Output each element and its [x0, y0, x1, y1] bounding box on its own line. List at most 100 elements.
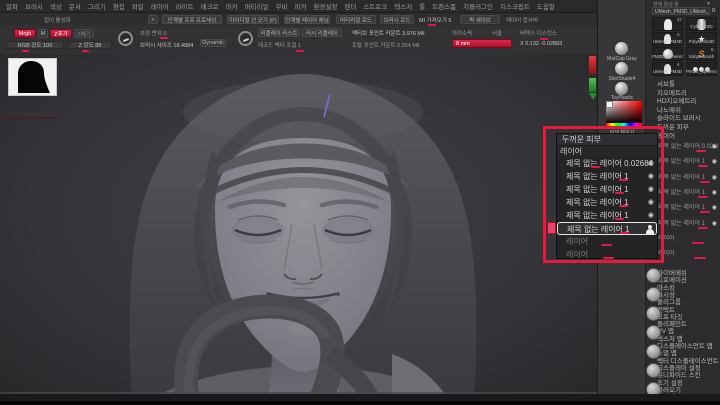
z-intensity-slider[interactable]: Z 강도 88	[68, 41, 112, 49]
layer-row-mini[interactable]: 제목 없는 레이어 1 ◉	[658, 155, 718, 169]
dynamic-button[interactable]: Dynamic	[200, 39, 226, 47]
menu-item[interactable]: 라이트	[176, 1, 194, 11]
menu-item[interactable]: 그리기	[88, 1, 106, 11]
coords-tick	[540, 38, 548, 40]
eye-icon[interactable]: ◉	[712, 155, 717, 169]
isopick-label: 아이소픽	[452, 31, 473, 37]
viewport-canvas[interactable]	[0, 54, 597, 405]
menu-item[interactable]: 텍스처	[394, 1, 412, 11]
menu-item[interactable]: 브러시	[25, 1, 43, 11]
layer-row-empty[interactable]: 레이어	[557, 248, 657, 261]
eye-icon[interactable]: ◉	[648, 183, 654, 196]
menu-item[interactable]: 파일	[132, 1, 144, 11]
layers-section-header[interactable]: 레이어	[557, 146, 657, 157]
layer-row-mini[interactable]: 제목 없는 레이어 1 ◉	[658, 171, 718, 185]
brush-preview-icon[interactable]	[118, 31, 133, 46]
layer-row-mini[interactable]: 제목 없는 레이어 1 ◉	[658, 201, 718, 215]
eye-icon[interactable]: ◉	[648, 157, 654, 170]
mm-slider[interactable]: 8 mm	[452, 39, 512, 48]
menu-item[interactable]: 렌더	[344, 1, 356, 11]
bottom-black-strip	[0, 401, 720, 405]
material-load-button[interactable]: 머티리얼 로드	[336, 15, 376, 24]
eye-icon[interactable]: ◉	[712, 201, 717, 215]
rush-replay-button[interactable]: 러시 리플레이	[302, 28, 342, 37]
menu-item[interactable]: 툴	[419, 1, 425, 11]
menu-item[interactable]: 머티리얼	[245, 1, 269, 11]
layer-row-mini[interactable]: 제목 없는 레이어 1 ◉	[658, 217, 718, 231]
layer-row-mini[interactable]: 제목 없는 레이어 1 ◉	[658, 186, 718, 200]
quickpick-brush[interactable]	[646, 287, 661, 302]
layer-row[interactable]: 제목 없는 레이어 1 ◉	[557, 183, 657, 196]
eye-icon[interactable]: ◉	[648, 170, 654, 183]
layer-row[interactable]: 제목 없는 레이어 1 ◉	[557, 209, 657, 222]
brush-load-button[interactable]: 브러시 로드	[380, 15, 414, 24]
layer-row-mini[interactable]: 제목 없는 레이어 0.02684 ◉	[658, 140, 718, 154]
mi-import-label: MI 가져오기 5	[419, 18, 452, 24]
red-gizmo-bar[interactable]	[589, 56, 596, 74]
eye-icon[interactable]: ◉	[712, 217, 717, 231]
quickpick-brush[interactable]	[646, 306, 661, 321]
quickpick-brush[interactable]	[646, 325, 661, 340]
menu-item[interactable]: 편집	[113, 1, 125, 11]
color-picker[interactable]	[606, 101, 642, 123]
quickpick-brush[interactable]	[646, 268, 661, 283]
layer-row[interactable]: 제목 없는 레이어 1 ◉	[557, 196, 657, 209]
menu-item[interactable]: 피커	[294, 1, 306, 11]
thumb-badge: 4	[677, 62, 680, 67]
thick-skin-header[interactable]: 두꺼운 피부	[557, 134, 657, 146]
red-line-artifact	[0, 117, 56, 118]
eye-icon[interactable]: ◉	[712, 171, 717, 185]
replay-last-button[interactable]: 리플레이 라스트	[258, 28, 300, 37]
thumb-label: PolyMesh3D	[688, 39, 715, 44]
menu-item[interactable]: 도움말	[537, 1, 555, 11]
rec-layer-icon[interactable]	[645, 225, 654, 234]
menu-item[interactable]: 지플러그인	[463, 1, 493, 11]
draw-size-label[interactable]: 브러시 사이즈 18.4884	[140, 41, 193, 49]
menu-item[interactable]: 무비	[276, 1, 288, 11]
silhouette-thumbnail[interactable]	[8, 58, 57, 96]
menu-item[interactable]: 색상	[50, 1, 62, 11]
material-ball-toyplastic[interactable]	[615, 82, 628, 95]
menu-item[interactable]: 레이어	[151, 1, 169, 11]
layer-row-empty[interactable]: 레이어	[557, 235, 657, 248]
ideal-line-button[interactable]: 아이디얼 선 긋기 (P)	[227, 15, 279, 24]
menu-item[interactable]: 알파	[6, 1, 18, 11]
layer-anim-button[interactable]: 단계별 레이어 애님	[284, 15, 330, 24]
menu-item[interactable]: 문서	[69, 1, 81, 11]
layer-row-selected[interactable]: 제목 없는 레이어 1 REC	[557, 222, 657, 235]
eye-icon[interactable]: ◉	[712, 186, 717, 200]
step-processing-button[interactable]: 단계별 프로 프로세싱	[162, 15, 222, 24]
zadd-button[interactable]: Z추가	[50, 29, 72, 38]
menu-item[interactable]: 환경설정	[313, 1, 337, 11]
current-tool-name[interactable]: UMesh_PM3D_UMesh_PM3D	[652, 7, 710, 15]
layer-row[interactable]: 제목 없는 레이어 1 ◉	[557, 170, 657, 183]
rgb-intensity-slider[interactable]: RGB 강도 100	[6, 41, 64, 49]
quickpick-brush[interactable]	[646, 363, 661, 378]
eye-icon[interactable]: ◉	[648, 209, 654, 222]
quick-save-button[interactable]: 퀵 세이브	[460, 15, 500, 24]
color-swatch[interactable]	[606, 101, 613, 108]
layer-row[interactable]: 제목 없는 레이어 0.02684 ◉	[557, 157, 657, 170]
green-gizmo-bar[interactable]	[589, 78, 596, 92]
menu-item[interactable]: 매크로	[201, 1, 219, 11]
menu-item[interactable]: 스트로크	[363, 1, 387, 11]
layer-row-mini[interactable]: 레이어	[658, 232, 718, 246]
layer-row-mini[interactable]: 레이어	[658, 247, 718, 261]
eye-icon[interactable]: ◉	[648, 196, 654, 209]
add-button[interactable]: +	[148, 15, 158, 24]
thumb-label: SimpleBrush	[688, 54, 715, 59]
m-button[interactable]: M	[38, 29, 48, 38]
zsub-button[interactable]: Z빼기	[74, 29, 94, 38]
material-ball-skinshade[interactable]	[615, 62, 628, 75]
record-tick	[296, 50, 304, 52]
mrgb-button[interactable]: Mrgb	[14, 29, 36, 38]
focal-shift-label[interactable]: 초점 변위 0	[140, 29, 166, 37]
menu-item[interactable]: 지스크립트	[500, 1, 530, 11]
quickpick-brush[interactable]	[646, 344, 661, 359]
green-arrow-icon	[589, 93, 597, 100]
stroke-preview-icon[interactable]	[238, 31, 253, 46]
menu-item[interactable]: 마커	[226, 1, 238, 11]
eye-icon[interactable]: ◉	[712, 140, 717, 154]
menu-item[interactable]: 트랜스폼	[432, 1, 456, 11]
material-ball-matcap-gray[interactable]	[615, 42, 628, 55]
